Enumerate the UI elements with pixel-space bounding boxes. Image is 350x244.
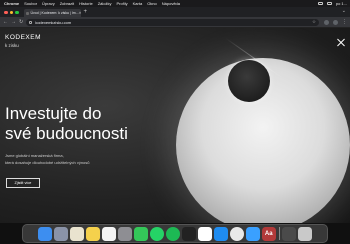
- wifi-icon[interactable]: [326, 2, 332, 5]
- menu-bar: Chrome Soubor Úpravy Zobrazit Historie Z…: [0, 0, 350, 7]
- url-text[interactable]: kodexemkzisku.com: [35, 20, 71, 25]
- calendar-icon[interactable]: [101, 226, 116, 241]
- more-menu-icon[interactable]: ⋮: [342, 19, 347, 25]
- new-tab-button[interactable]: +: [84, 8, 88, 16]
- finder-icon[interactable]: [37, 226, 52, 241]
- hero-tagline-line-2: která dosahuje dlouhodobé udržitelných v…: [5, 159, 90, 165]
- address-bar[interactable]: kodexemkzisku.com ☆: [26, 18, 319, 26]
- messages-icon[interactable]: [133, 226, 148, 241]
- extensions-icon[interactable]: [324, 19, 329, 25]
- forward-icon[interactable]: →: [11, 19, 16, 25]
- close-tab-icon[interactable]: ✕: [79, 11, 81, 15]
- back-icon[interactable]: ←: [3, 19, 8, 25]
- downloads-icon[interactable]: [282, 226, 297, 241]
- browser-tab-active[interactable]: Úvod | Kodexem: k zisku | Im... ✕: [23, 9, 81, 17]
- dictionary-icon[interactable]: Aa: [261, 226, 276, 241]
- close-menu-icon[interactable]: [336, 37, 346, 47]
- menu-edit[interactable]: Úpravy: [42, 0, 55, 7]
- tab-title: Úvod | Kodexem: k zisku | Im...: [30, 11, 79, 15]
- favicon-icon: [25, 11, 29, 15]
- menu-bar-status: po 1...: [317, 0, 347, 7]
- clock[interactable]: po 1...: [336, 1, 347, 6]
- bookmark-star-icon[interactable]: ☆: [312, 19, 316, 25]
- files-icon[interactable]: [69, 226, 84, 241]
- spotify-icon[interactable]: [165, 226, 180, 241]
- dock: Aa: [22, 224, 328, 243]
- site-info-icon[interactable]: [29, 20, 33, 24]
- battery-icon[interactable]: [317, 2, 323, 5]
- hero-headline: Investujte do své budoucnosti: [5, 104, 175, 144]
- menu-history[interactable]: Historie: [79, 0, 93, 7]
- menu-app-name[interactable]: Chrome: [4, 0, 19, 7]
- menu-file[interactable]: Soubor: [24, 0, 37, 7]
- whatsapp-icon[interactable]: [149, 226, 164, 241]
- photos-icon[interactable]: [197, 226, 212, 241]
- menu-help[interactable]: Nápověda: [162, 0, 180, 7]
- learn-more-button[interactable]: Zjistit více: [6, 178, 40, 188]
- dock-separator: [278, 227, 280, 240]
- tab-search-icon[interactable]: ⌄: [342, 8, 346, 14]
- hero-tagline: Jsme globální manažerská firma, která do…: [5, 153, 165, 166]
- brand-subtitle: k zisku: [5, 42, 19, 48]
- close-window-button[interactable]: [4, 10, 8, 14]
- menu-bookmarks[interactable]: Záložky: [98, 0, 112, 7]
- dock-area: Aa: [0, 223, 350, 244]
- menu-tab[interactable]: Karta: [133, 0, 143, 7]
- profile-avatar-icon[interactable]: [333, 19, 338, 25]
- minimize-window-button[interactable]: [9, 10, 13, 14]
- web-page-hero: KODEXEM k zisku Investujte do své budouc…: [0, 28, 350, 223]
- eclipse-moon-graphic: [228, 60, 270, 102]
- browser-toolbar: ← → ↻ kodexemkzisku.com ☆ ⋮: [0, 17, 350, 28]
- trash-icon[interactable]: [298, 226, 313, 241]
- toolbar-actions: ⋮: [324, 19, 347, 25]
- menu-view[interactable]: Zobrazit: [60, 0, 74, 7]
- brand-name: KODEXEM: [5, 34, 42, 41]
- capcut-icon[interactable]: [181, 226, 196, 241]
- menu-profiles[interactable]: Profily: [117, 0, 128, 7]
- tab-strip: Úvod | Kodexem: k zisku | Im... ✕ + ⌄: [0, 7, 350, 17]
- site-logo[interactable]: KODEXEM k zisku: [5, 34, 42, 48]
- notes-icon[interactable]: [85, 226, 100, 241]
- vpn-icon[interactable]: [245, 226, 260, 241]
- window-controls: [4, 10, 19, 14]
- hero-headline-line-1: Investujte do: [5, 104, 102, 123]
- settings-icon[interactable]: [117, 226, 132, 241]
- reload-icon[interactable]: ↻: [19, 19, 23, 25]
- menu-window[interactable]: Okno: [147, 0, 157, 7]
- app-store-icon[interactable]: [213, 226, 228, 241]
- zoom-window-button[interactable]: [15, 10, 19, 14]
- chrome-icon[interactable]: [229, 226, 244, 241]
- dictionary-glyph: Aa: [264, 230, 273, 237]
- hero-headline-line-2: své budoucnosti: [5, 124, 128, 143]
- launchpad-icon[interactable]: [53, 226, 68, 241]
